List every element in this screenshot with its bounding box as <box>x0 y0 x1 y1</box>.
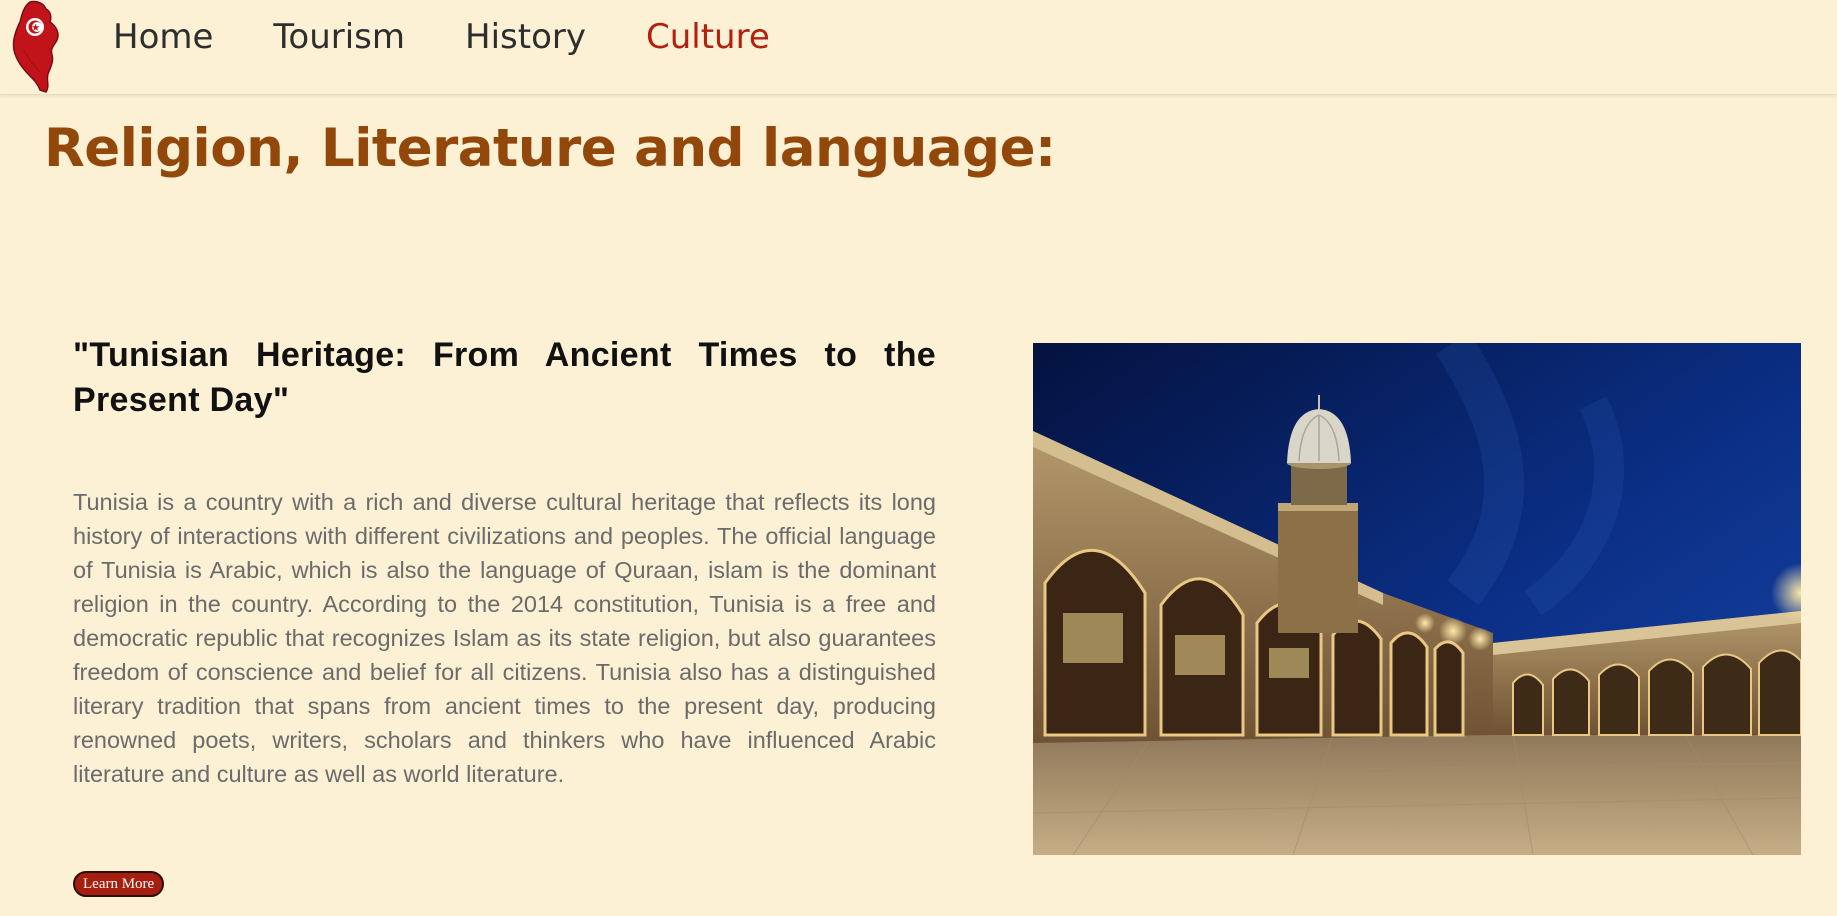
nav-culture-link[interactable]: Culture <box>646 17 770 57</box>
learn-more-button[interactable]: Learn More <box>73 871 165 897</box>
nav-home-link[interactable]: Home <box>113 17 213 57</box>
section-heading: "Tunisian Heritage: From Ancient Times t… <box>73 336 936 419</box>
navbar: Home Tourism History Culture <box>0 0 1837 95</box>
nav-tourism-link[interactable]: Tourism <box>273 17 405 57</box>
main-nav: Home Tourism History Culture <box>113 0 830 74</box>
section-body-text: Tunisia is a country with a rich and div… <box>73 489 936 787</box>
nav-history-link[interactable]: History <box>465 17 586 57</box>
tunisia-map-logo-icon[interactable] <box>10 0 64 94</box>
page-title: Religion, Literature and language: <box>44 118 1056 179</box>
mosque-courtyard-photo <box>1033 343 1801 855</box>
